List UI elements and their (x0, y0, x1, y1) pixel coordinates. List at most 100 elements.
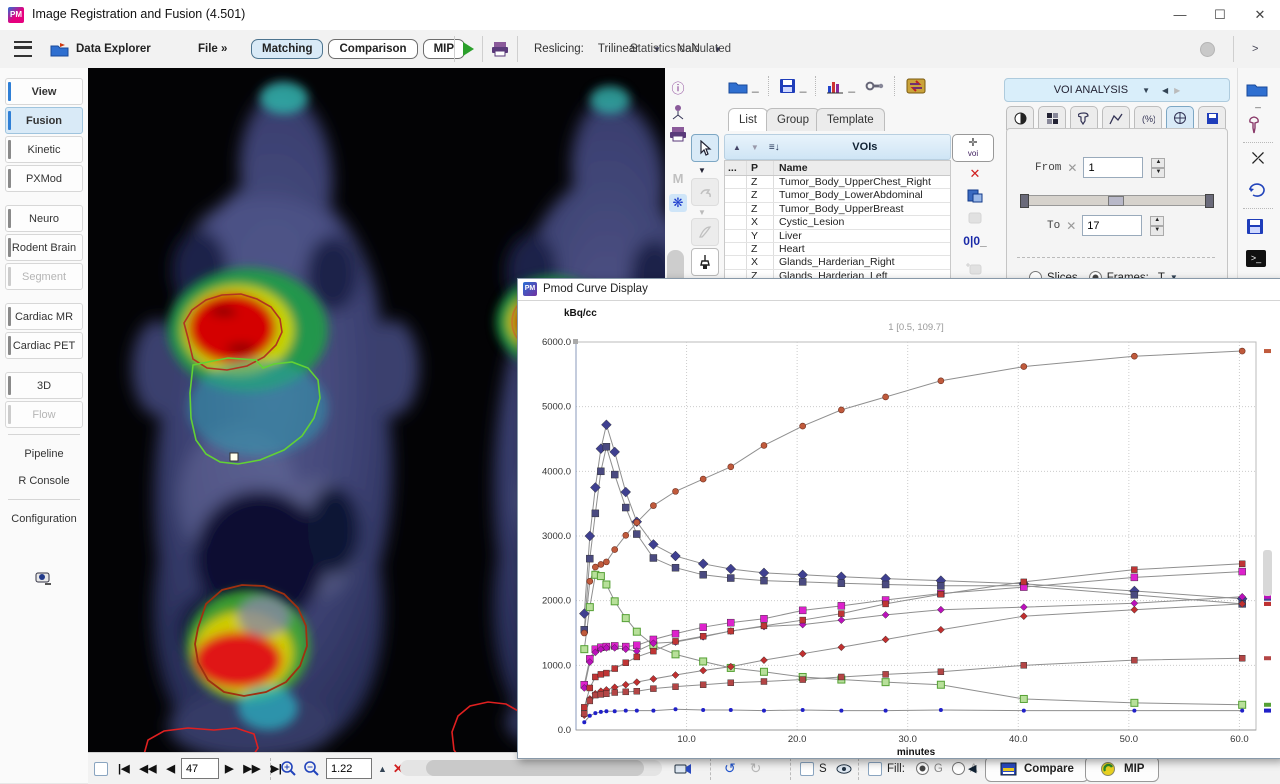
sidebar-item-cardiac-mr[interactable]: Cardiac MR (5, 303, 83, 330)
voi-row-dots[interactable] (725, 176, 747, 188)
voi-row-dots[interactable] (725, 256, 747, 268)
curve-display-window[interactable]: PM Pmod Curve Display 0.01000.02000.0300… (517, 278, 1280, 759)
va-tab-range[interactable] (1166, 106, 1194, 130)
draw-tool-button[interactable] (691, 218, 719, 246)
jump-fwd-button[interactable]: ▶▶ (243, 762, 260, 775)
sidebar-item-configuration[interactable]: Configuration (5, 506, 83, 531)
reload-icon[interactable] (1246, 180, 1270, 202)
zoom-out-icon[interactable] (303, 760, 320, 777)
expand-arrow[interactable]: > (1252, 43, 1258, 55)
voi-row[interactable]: ZHeart (725, 243, 950, 256)
sidebar-item-r-console[interactable]: R Console (5, 468, 83, 493)
image-hscrollbar[interactable] (400, 760, 662, 776)
voi-row-name[interactable]: Heart (774, 243, 950, 255)
sort-order-icon[interactable]: ≡↓ (769, 142, 780, 153)
voi-row-name[interactable]: Glands_Harderian_Right (774, 256, 950, 268)
sidebar-item-neuro[interactable]: Neuro (5, 205, 83, 232)
voi-row-dots[interactable] (725, 243, 747, 255)
sidebar-item-cardiac-pet[interactable]: Cardiac PET (5, 332, 83, 359)
from-spinner[interactable]: ▲▼ (1151, 158, 1165, 178)
a-radio[interactable] (952, 762, 965, 775)
va-tab-save[interactable] (1198, 106, 1226, 130)
pin-icon[interactable] (1246, 116, 1270, 138)
sidebar-item-view[interactable]: View (5, 78, 83, 105)
first-frame-button[interactable]: |◀ (118, 762, 130, 775)
prev-frame-button[interactable]: ◀ (166, 762, 174, 775)
curve-scrollbar[interactable] (1263, 550, 1272, 596)
marker-m-icon[interactable]: M (669, 170, 687, 188)
layout-tree-icon[interactable] (669, 104, 687, 122)
data-explorer-button[interactable]: Data Explorer (50, 30, 151, 68)
zoom-factor-input[interactable] (326, 758, 372, 779)
overlay-checkbox[interactable] (94, 762, 108, 776)
next-frame-button[interactable]: ▶ (225, 762, 233, 775)
file-menu[interactable]: File » (198, 30, 227, 68)
va-tab-percent[interactable]: (%) (1134, 106, 1162, 130)
voi-row-dots[interactable] (725, 189, 747, 201)
va-tab-layout[interactable] (1038, 106, 1066, 130)
sidebar-item-3d[interactable]: 3D (5, 372, 83, 399)
voi-row[interactable]: ZTumor_Body_UpperBreast (725, 203, 950, 216)
g-radio[interactable] (916, 762, 929, 775)
slider-right-handle[interactable] (1205, 194, 1214, 208)
sidebar-item-pipeline[interactable]: Pipeline (5, 441, 83, 466)
voi-move-button[interactable]: ✛ voi (952, 134, 994, 162)
hscroll-thumb[interactable] (426, 760, 644, 776)
voi-row[interactable]: YLiver (725, 230, 950, 243)
jump-back-button[interactable]: ◀◀ (140, 762, 157, 775)
menu-button[interactable] (14, 30, 32, 68)
sort-down-icon[interactable]: ▼ (751, 143, 759, 152)
zoom-up-chevron[interactable]: ▲ (378, 764, 387, 774)
voi-row-name[interactable]: Tumor_Body_UpperBreast (774, 203, 950, 215)
print-icon[interactable] (669, 126, 687, 144)
minimize-button[interactable]: — (1160, 0, 1200, 30)
cursor-tool-button[interactable] (691, 134, 719, 162)
comparison-button[interactable]: Comparison (328, 39, 417, 59)
to-spinner[interactable]: ▲▼ (1150, 216, 1164, 236)
voi-row[interactable]: XGlands_Harderian_Right (725, 256, 950, 269)
voi-link-icon[interactable] (865, 79, 885, 93)
grab-tool-button[interactable] (691, 178, 719, 206)
sort-up-icon[interactable]: ▲ (733, 143, 741, 152)
sidebar-item-fusion[interactable]: Fusion (5, 107, 83, 134)
from-input[interactable] (1083, 157, 1143, 178)
brush-tool-button[interactable] (691, 248, 719, 276)
maximize-button[interactable]: ☐ (1200, 0, 1240, 30)
close-button[interactable]: ✕ (1240, 0, 1280, 30)
tab-template[interactable]: Template (816, 108, 885, 131)
voi-table-header[interactable]: ... P Name (725, 161, 950, 176)
eye-icon[interactable] (836, 764, 852, 774)
curve-window-titlebar[interactable]: PM Pmod Curve Display (518, 279, 1280, 301)
play-icon[interactable] (463, 42, 474, 56)
time-activity-chart[interactable]: 0.01000.02000.03000.04000.05000.06000.01… (518, 300, 1279, 756)
voi-save-icon[interactable] (779, 78, 796, 94)
sidebar-item-kinetic[interactable]: Kinetic (5, 136, 83, 163)
clear-to-icon[interactable]: ✕ (1066, 219, 1076, 233)
va-tab-contrast[interactable] (1006, 106, 1034, 130)
collapse-left-arrow[interactable]: ◀ (968, 762, 976, 775)
voi-row-name[interactable]: Tumor_Body_LowerAbdominal (774, 189, 950, 201)
spider-view-icon[interactable]: ❋ (669, 194, 687, 212)
va-tab-pin[interactable] (1070, 106, 1098, 130)
voi-delete-icon[interactable]: ✕ (958, 166, 992, 182)
compare-button[interactable]: Compare (985, 756, 1089, 782)
voi-row-name[interactable]: Liver (774, 230, 950, 242)
voi-row-name[interactable]: Tumor_Body_UpperChest_Right (774, 176, 950, 188)
voi-open-icon[interactable] (728, 78, 748, 94)
save-all-icon[interactable] (1246, 218, 1270, 240)
slider-left-handle[interactable] (1020, 194, 1029, 208)
va-tab-curve[interactable] (1102, 106, 1130, 130)
tab-group[interactable]: Group (766, 108, 820, 131)
chevron-left-icon[interactable]: ◀ (1162, 86, 1168, 95)
configuration-icon[interactable] (34, 570, 54, 591)
printer-icon[interactable] (491, 41, 509, 57)
s-checkbox[interactable] (800, 762, 814, 776)
voi-row-name[interactable]: Cystic_Lesion (774, 216, 950, 228)
mip-bottom-button[interactable]: MIP (1085, 756, 1159, 782)
voi-row[interactable]: ZTumor_Body_UpperChest_Right (725, 176, 950, 189)
voi-row[interactable]: ZTumor_Body_LowerAbdominal (725, 189, 950, 202)
to-input[interactable] (1082, 215, 1142, 236)
chevron-down-icon[interactable]: ▼ (1142, 86, 1150, 95)
tab-list[interactable]: List (728, 108, 768, 131)
frame-number-input[interactable] (181, 758, 219, 779)
